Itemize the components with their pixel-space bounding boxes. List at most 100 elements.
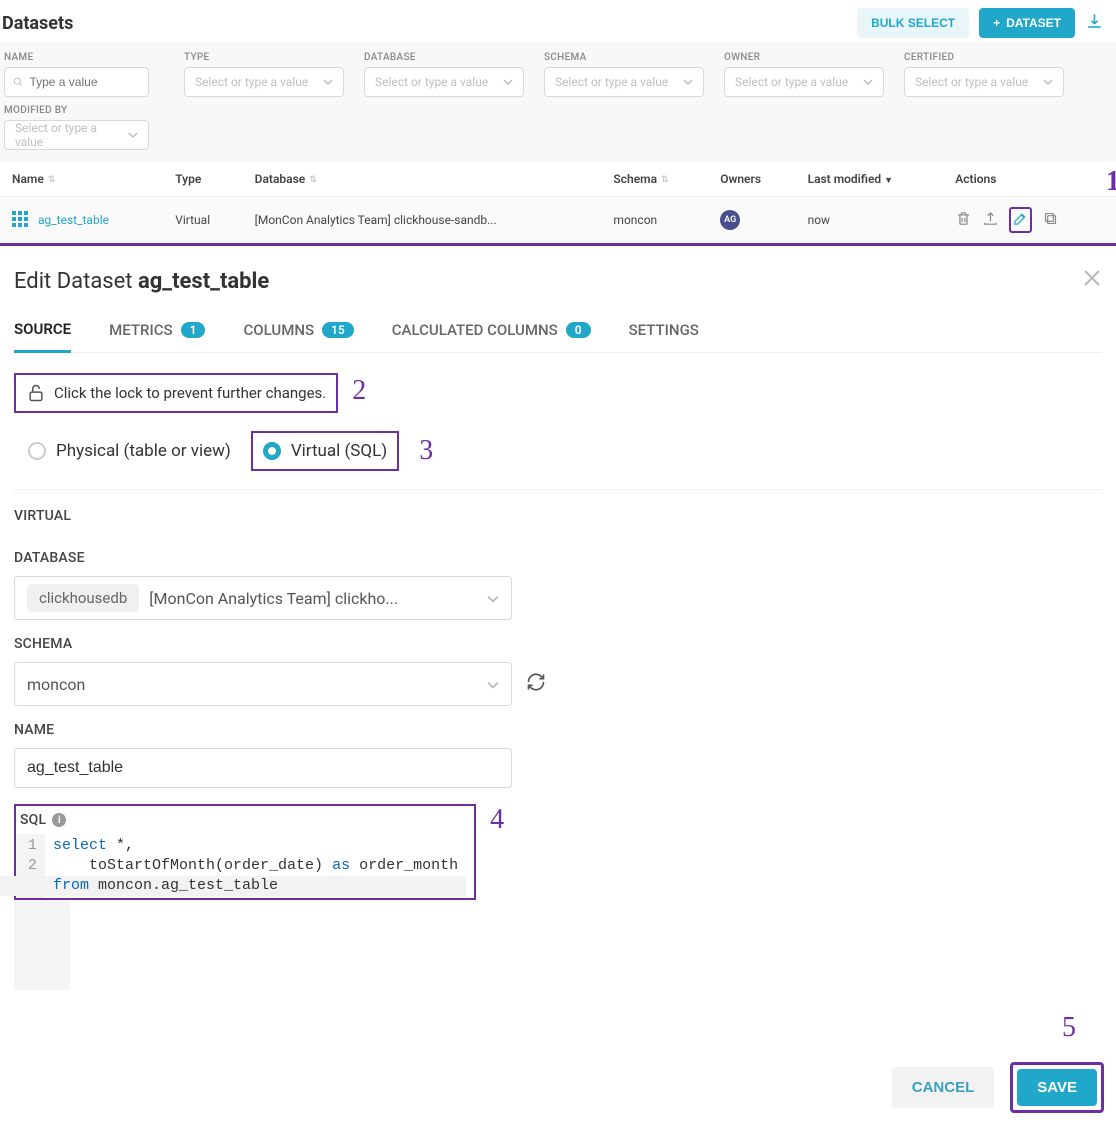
schema-field-label: SCHEMA — [14, 636, 1102, 652]
name-input[interactable] — [14, 748, 512, 788]
sql-code[interactable]: select *, toStartOfMonth(order_date) as … — [45, 834, 466, 898]
table-row[interactable]: ag_test_table Virtual [MonCon Analytics … — [0, 197, 1116, 244]
filter-owner-select[interactable]: Select or type a value — [724, 67, 884, 97]
col-last-modified[interactable]: Last modified ▼ — [796, 162, 944, 197]
lock-message: Click the lock to prevent further change… — [54, 384, 326, 402]
chevron-down-icon — [487, 589, 499, 608]
modal-tabs: SOURCE METRICS1 COLUMNS15 CALCULATED COL… — [14, 308, 1102, 353]
chevron-down-icon — [487, 675, 499, 694]
filter-schema-select[interactable]: Select or type a value — [544, 67, 704, 97]
unlock-icon — [26, 383, 46, 403]
filter-name-input[interactable] — [4, 67, 149, 97]
chevron-down-icon — [863, 75, 873, 89]
radio-virtual[interactable]: Virtual (SQL) — [251, 431, 399, 471]
database-select[interactable]: clickhousedb [MonCon Analytics Team] cli… — [14, 576, 512, 620]
database-type-chip: clickhousedb — [27, 584, 139, 612]
filter-database-label: DATABASE — [364, 52, 524, 63]
dataset-link[interactable]: ag_test_table — [38, 213, 109, 227]
filter-schema-placeholder: Select or type a value — [555, 75, 668, 89]
tab-columns[interactable]: COLUMNS15 — [243, 308, 353, 352]
info-icon[interactable]: i — [52, 813, 66, 827]
radio-unchecked-icon — [28, 442, 46, 460]
owner-avatar: AG — [720, 210, 740, 230]
tab-source[interactable]: SOURCE — [14, 308, 71, 353]
sort-icon: ⇅ — [48, 175, 56, 185]
save-button[interactable]: SAVE — [1017, 1069, 1097, 1106]
filter-type-select[interactable]: Select or type a value — [184, 67, 344, 97]
annotation-4: 4 — [490, 804, 504, 836]
col-name[interactable]: Name⇅ — [0, 162, 163, 197]
download-icon[interactable] — [1085, 12, 1104, 35]
col-owners: Owners — [708, 162, 795, 197]
cell-type: Virtual — [163, 197, 242, 244]
radio-physical[interactable]: Physical (table or view) — [28, 441, 231, 461]
filter-owner-label: OWNER — [724, 52, 884, 63]
annotation-5: 5 — [1062, 1012, 1076, 1044]
filter-name-label: NAME — [4, 52, 164, 63]
annotation-3: 3 — [419, 435, 433, 467]
filter-modifiedby-placeholder: Select or type a value — [15, 121, 120, 149]
tab-settings[interactable]: SETTINGS — [629, 308, 699, 352]
radio-virtual-label: Virtual (SQL) — [291, 441, 387, 461]
lock-toggle[interactable]: Click the lock to prevent further change… — [14, 373, 338, 413]
tab-metrics[interactable]: METRICS1 — [109, 308, 205, 352]
refresh-icon[interactable] — [526, 672, 546, 696]
edit-icon[interactable] — [1009, 207, 1032, 233]
plus-icon: + — [993, 16, 1000, 30]
chevron-down-icon — [503, 75, 513, 89]
filters-bar: NAME TYPE Select or type a value DATABAS… — [0, 42, 1116, 105]
modal-title: Edit Dataset ag_test_table — [14, 269, 1082, 294]
bulk-select-button[interactable]: BULK SELECT — [857, 8, 969, 38]
cancel-button[interactable]: CANCEL — [892, 1067, 995, 1108]
page-title: Datasets — [2, 13, 857, 34]
database-field-label: DATABASE — [14, 550, 1102, 566]
tab-calc-columns[interactable]: CALCULATED COLUMNS0 — [392, 308, 591, 352]
filter-name-field[interactable] — [29, 75, 140, 89]
filter-type-label: TYPE — [184, 52, 344, 63]
add-dataset-label: DATASET — [1006, 16, 1061, 30]
modal-footer: CANCEL SAVE — [0, 1044, 1116, 1131]
annotation-1: 1 — [1106, 166, 1116, 198]
cell-last-modified: now — [796, 197, 944, 244]
line-gutter — [14, 900, 70, 990]
radio-physical-label: Physical (table or view) — [56, 441, 231, 461]
name-field-label: NAME — [14, 722, 1102, 738]
filter-modifiedby-select[interactable]: Select or type a value — [4, 120, 149, 150]
calc-count-badge: 0 — [566, 322, 591, 338]
virtual-section-label: VIRTUAL — [14, 508, 1102, 524]
col-database[interactable]: Database⇅ — [243, 162, 602, 197]
add-dataset-button[interactable]: + DATASET — [979, 8, 1075, 38]
sort-icon: ⇅ — [309, 175, 317, 185]
columns-count-badge: 15 — [322, 322, 354, 338]
cell-schema: moncon — [601, 197, 708, 244]
col-type: Type — [163, 162, 242, 197]
datasets-table: Name⇅ Type Database⇅ Schema⇅ Owners Last… — [0, 162, 1116, 243]
col-actions: Actions — [955, 172, 996, 186]
filter-schema-label: SCHEMA — [544, 52, 704, 63]
close-icon[interactable] — [1082, 268, 1102, 294]
chevron-down-icon — [128, 128, 138, 142]
cell-database: [MonCon Analytics Team] clickhouse-sandb… — [243, 197, 602, 244]
chevron-down-icon — [1043, 75, 1053, 89]
export-icon[interactable] — [982, 210, 999, 230]
filter-database-select[interactable]: Select or type a value — [364, 67, 524, 97]
filter-owner-placeholder: Select or type a value — [735, 75, 848, 89]
sql-editor-body[interactable] — [14, 900, 1102, 990]
chevron-down-icon — [683, 75, 693, 89]
filter-database-placeholder: Select or type a value — [375, 75, 488, 89]
schema-select[interactable]: moncon — [14, 662, 512, 706]
radio-checked-icon — [263, 442, 281, 460]
edit-dataset-panel: Edit Dataset ag_test_table SOURCE METRIC… — [0, 246, 1116, 1006]
sql-editor[interactable]: 123 select *, toStartOfMonth(order_date)… — [16, 834, 466, 898]
metrics-count-badge: 1 — [181, 322, 206, 338]
filter-certified-placeholder: Select or type a value — [915, 75, 1028, 89]
dataset-icon — [12, 211, 28, 230]
sort-icon: ⇅ — [661, 175, 669, 185]
annotation-2: 2 — [352, 375, 366, 407]
delete-icon[interactable] — [955, 210, 972, 230]
filter-certified-select[interactable]: Select or type a value — [904, 67, 1064, 97]
database-value: [MonCon Analytics Team] clickho... — [149, 589, 398, 608]
col-schema[interactable]: Schema⇅ — [601, 162, 708, 197]
copy-icon[interactable] — [1042, 210, 1059, 230]
sort-down-icon: ▼ — [884, 176, 893, 186]
